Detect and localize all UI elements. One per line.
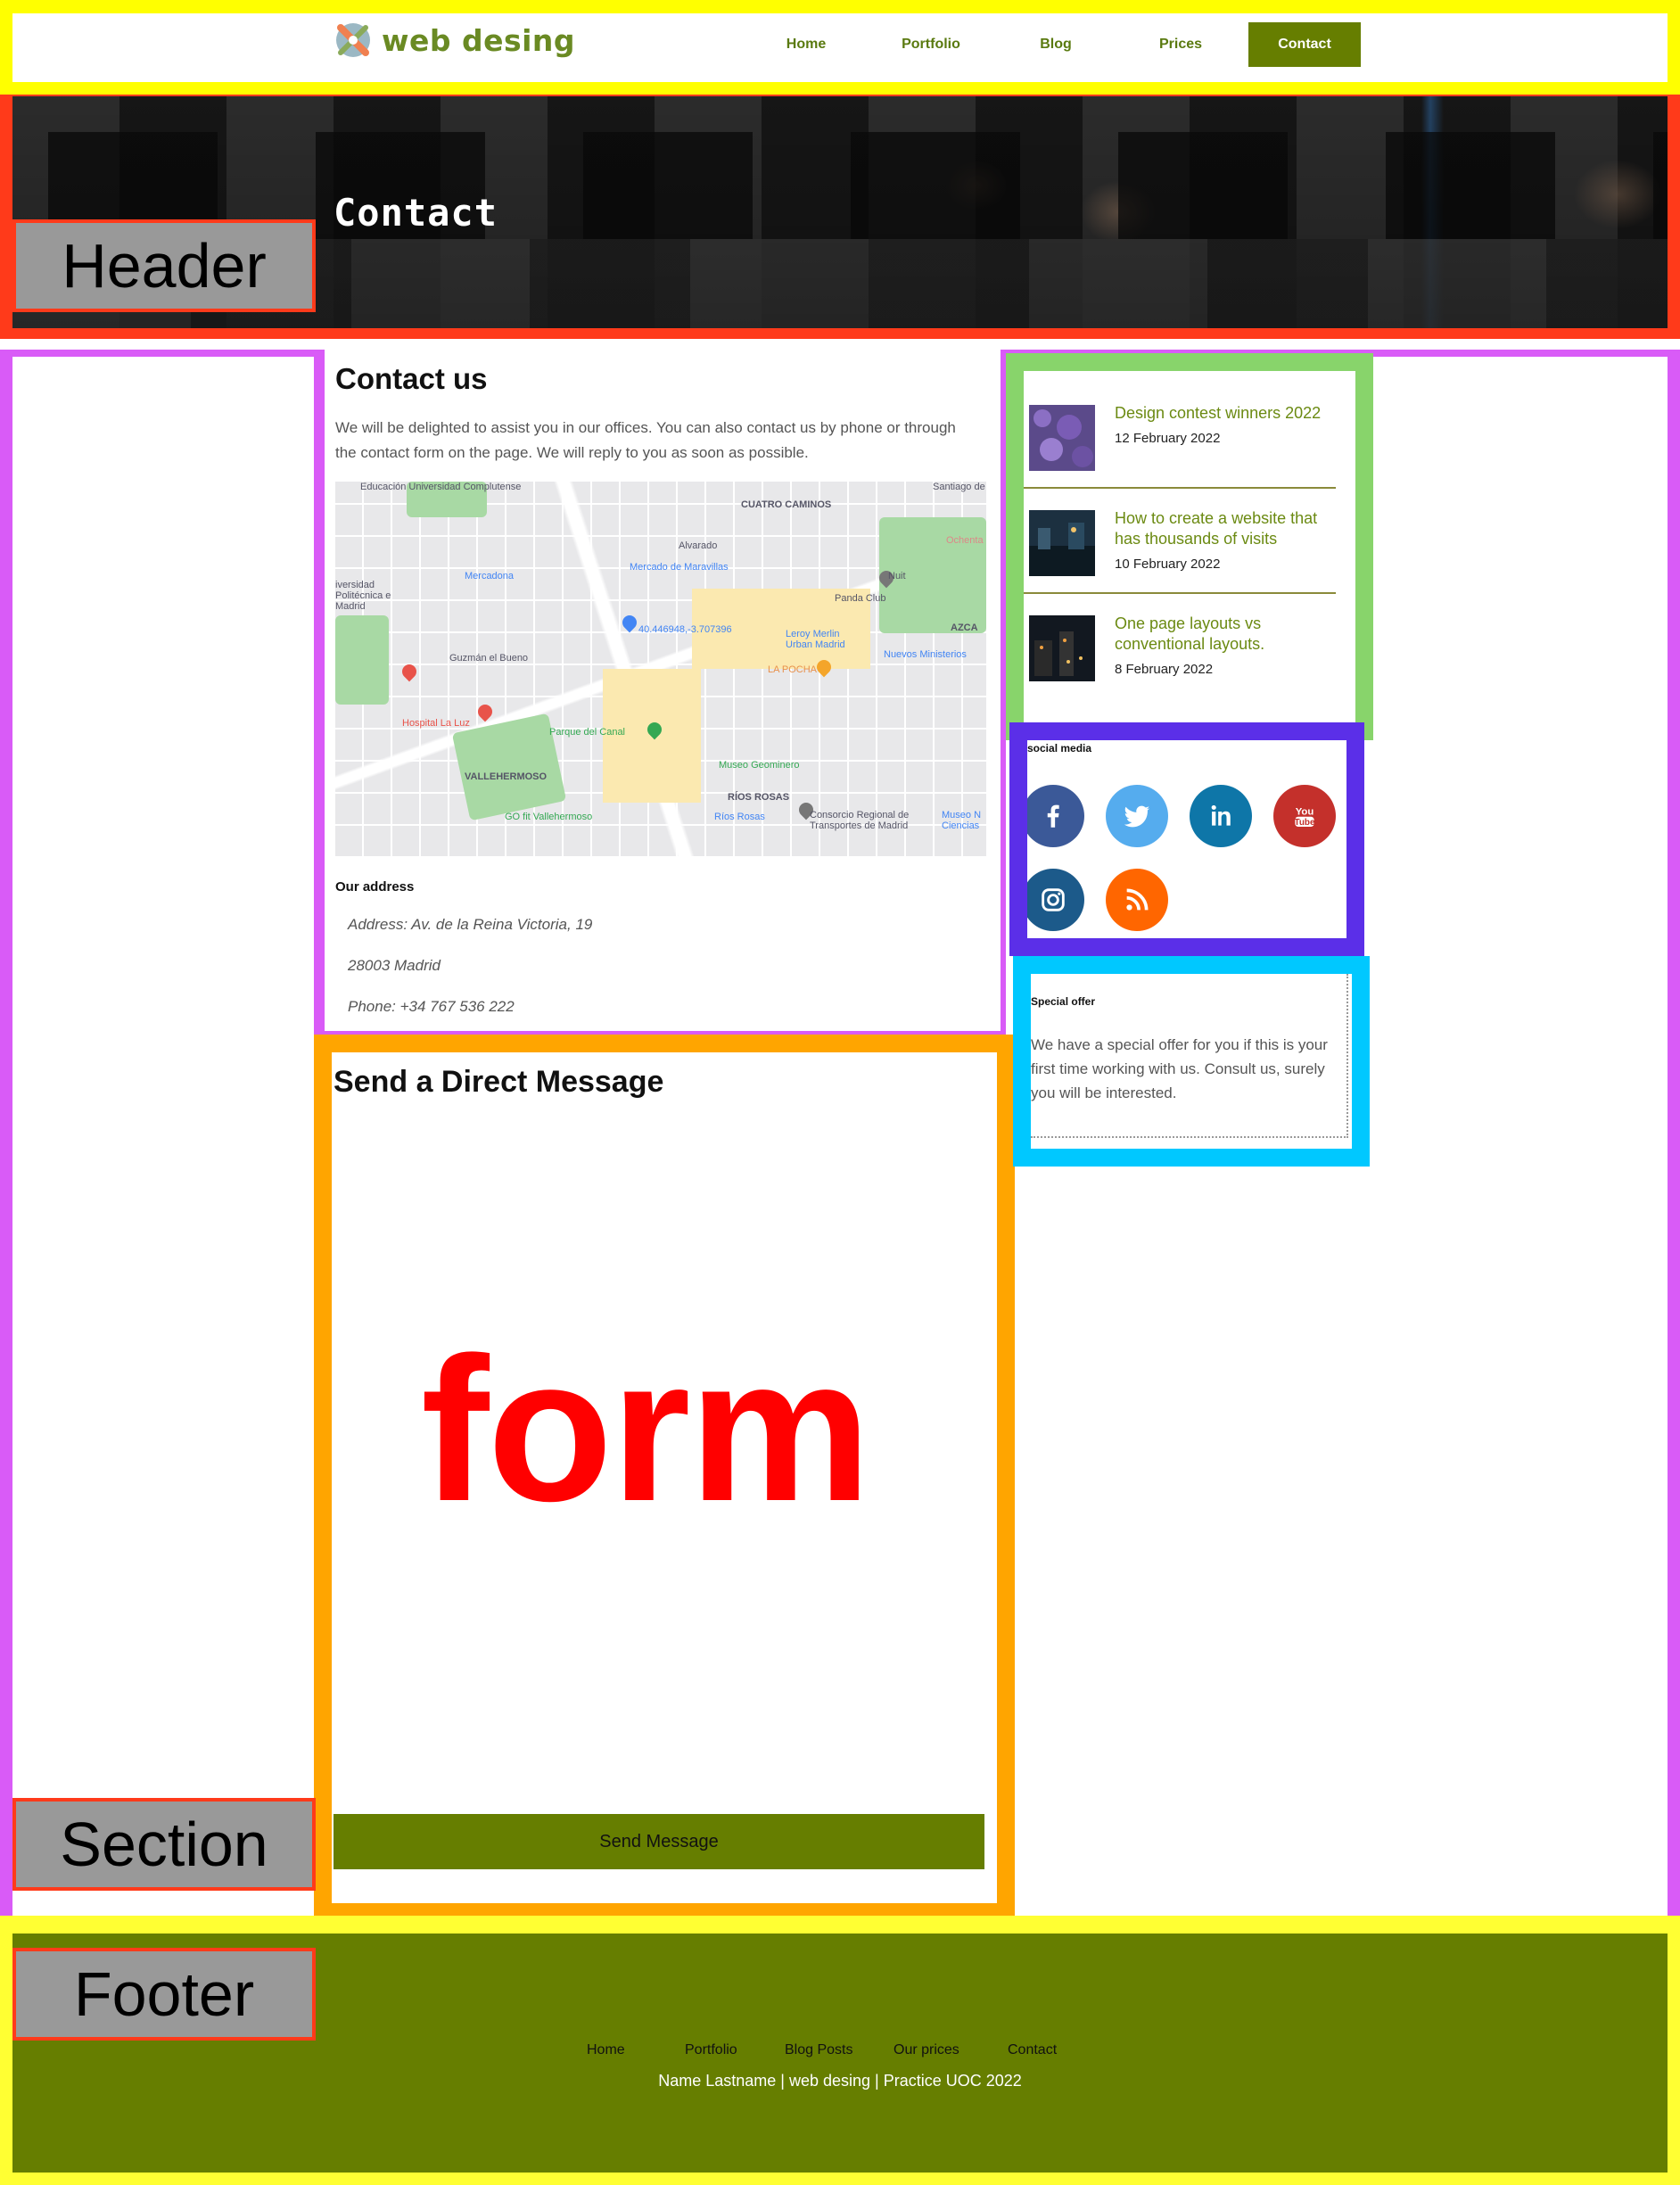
post-thumbnail	[1029, 405, 1095, 471]
post-date: 10 February 2022	[1115, 557, 1221, 572]
section-region-label: Section	[12, 1798, 316, 1891]
post-date: 12 February 2022	[1115, 431, 1221, 446]
map-label: Educación Universidad Complutense	[360, 482, 522, 492]
send-message-button[interactable]: Send Message	[334, 1814, 984, 1869]
map-label: Leroy Merlin Urban Madrid	[786, 629, 845, 650]
map-label: Mercadona	[465, 571, 515, 581]
address-city: 28003 Madrid	[348, 957, 441, 974]
instagram-icon[interactable]	[1027, 869, 1084, 931]
main-menu: Home Portfolio Blog Prices Contact	[744, 22, 1361, 67]
park-area	[335, 615, 389, 705]
social-heading: r social media	[1020, 742, 1092, 754]
nav-prices[interactable]: Prices	[1118, 37, 1243, 53]
nav-portfolio[interactable]: Portfolio	[869, 37, 993, 53]
map-label: VALLEHERMOSO	[465, 771, 548, 782]
facebook-icon[interactable]	[1027, 785, 1084, 847]
svg-text:You: You	[1296, 807, 1314, 818]
logo-icon	[336, 23, 370, 57]
post-title[interactable]: How to create a website that has thousan…	[1115, 508, 1336, 549]
map-label: Museo Geominero	[719, 760, 800, 771]
header-region-label: Header	[12, 219, 316, 312]
nav-home[interactable]: Home	[744, 37, 869, 53]
offer-heading: Special offer	[1031, 995, 1096, 1008]
svg-text:Tube: Tube	[1295, 818, 1315, 828]
map-label: Museo N Ciencias	[942, 810, 982, 831]
map-label: GO fit Vallehermoso	[505, 812, 593, 822]
map-label: Ríos Rosas	[714, 812, 765, 822]
map-label: CUATRO CAMINOS	[741, 499, 832, 510]
contact-title: Contact us	[335, 362, 488, 395]
post-date: 8 February 2022	[1115, 662, 1214, 677]
map-label: Ochenta	[946, 535, 984, 546]
location-map[interactable]: Educación Universidad Complutense CUATRO…	[335, 482, 986, 856]
footer-link-contact[interactable]: Contact	[1008, 2042, 1088, 2058]
map-label: Alvarado	[679, 540, 718, 551]
footer-region-label: Footer	[12, 1948, 316, 2041]
post-thumbnail	[1029, 615, 1095, 681]
post-thumbnail	[1029, 510, 1095, 576]
hospital-pin-icon	[474, 701, 496, 722]
contact-description: We will be delighted to assist you in ou…	[335, 419, 956, 461]
post-title[interactable]: One page layouts vs conventional layouts…	[1115, 614, 1336, 655]
offer-text: We have a special offer for you if this …	[1031, 1036, 1328, 1101]
top-navigation-bar: web desing Home Portfolio Blog Prices Co…	[0, 0, 1680, 96]
map-label: Panda Club	[835, 593, 886, 604]
address-phone: Phone: +34 767 536 222	[348, 998, 515, 1015]
map-label: AZCA	[951, 623, 978, 633]
direct-message-form: Send a Direct Message form Send Message	[314, 1035, 1015, 1921]
map-label: Nuit	[888, 571, 906, 581]
twitter-icon[interactable]	[1106, 785, 1168, 847]
footer-link-blog[interactable]: Blog Posts	[785, 2042, 894, 2058]
footer-menu: Home Portfolio Blog Posts Our prices Con…	[587, 2042, 1088, 2058]
post-title[interactable]: Design contest winners 2022	[1115, 403, 1321, 424]
social-icons: You Tube	[1027, 785, 1346, 931]
footer-link-home[interactable]: Home	[587, 2042, 685, 2058]
map-label: Santiago de	[933, 482, 985, 492]
address-heading: Our address	[335, 879, 415, 895]
map-label: Parque del Canal	[549, 727, 626, 738]
linkedin-icon[interactable]	[1190, 785, 1252, 847]
map-coordinates: 40.446948,-3.707396	[638, 624, 732, 635]
footer-credit: Name Lastname | web desing | Practice UO…	[658, 2072, 1022, 2090]
map-label: Mercado de Maravillas	[630, 562, 729, 573]
footer-link-portfolio[interactable]: Portfolio	[685, 2042, 785, 2058]
nav-blog[interactable]: Blog	[993, 37, 1118, 53]
brand-name: web desing	[382, 22, 576, 58]
contact-info: Contact us We will be delighted to assis…	[314, 350, 1006, 1036]
youtube-icon[interactable]: You Tube	[1273, 785, 1336, 847]
nav-contact[interactable]: Contact	[1248, 22, 1361, 67]
map-label: RÍOS ROSAS	[728, 792, 790, 803]
hospital-pin-icon	[399, 661, 420, 682]
form-title: Send a Direct Message	[334, 1065, 664, 1099]
recent-posts-widget: Design contest winners 2022 12 February …	[1006, 353, 1373, 740]
map-label: Consorcio Regional de Transportes de Mad…	[810, 810, 910, 831]
special-offer-widget: Special offer We have a special offer fo…	[1013, 956, 1370, 1167]
logo[interactable]: web desing	[334, 21, 575, 60]
map-label: Hospital La Luz	[402, 718, 470, 729]
address-street: Address: Av. de la Reina Victoria, 19	[348, 916, 593, 933]
map-label: Guzmán el Bueno	[449, 653, 529, 664]
form-placeholder-label: form	[421, 1315, 871, 1544]
post-item[interactable]: How to create a website that has thousan…	[1024, 489, 1336, 594]
map-label: iversidad Politécnica e Madrid	[335, 580, 391, 612]
location-pin-icon[interactable]	[619, 612, 640, 633]
map-label: LA POCHA	[768, 664, 818, 675]
rss-icon[interactable]	[1106, 869, 1168, 931]
social-media-widget: r social media You Tube	[1009, 722, 1364, 956]
map-label: Nuevos Ministerios	[884, 649, 967, 660]
post-item[interactable]: One page layouts vs conventional layouts…	[1024, 594, 1336, 697]
footer-link-prices[interactable]: Our prices	[894, 2042, 1008, 2058]
post-item[interactable]: Design contest winners 2022 12 February …	[1024, 383, 1336, 489]
page-title: Contact	[334, 191, 498, 235]
